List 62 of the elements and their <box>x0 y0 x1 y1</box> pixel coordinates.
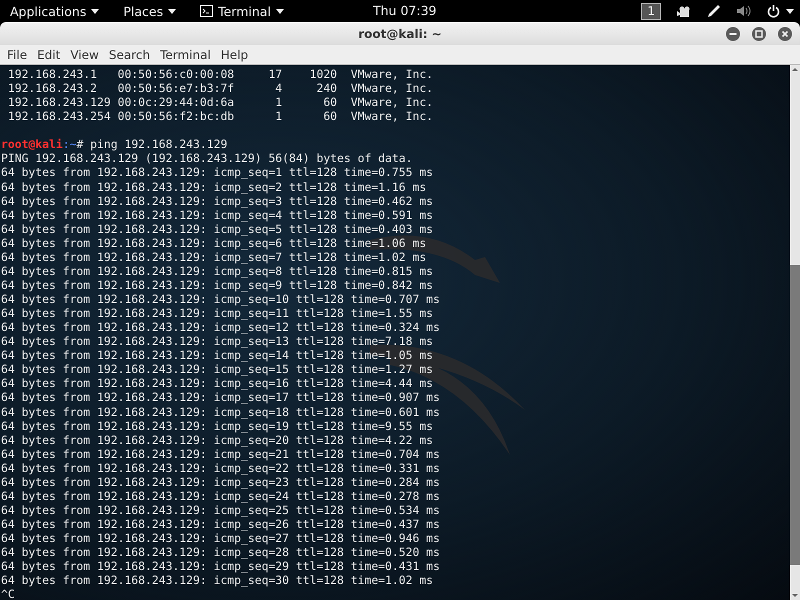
terminal-line: 64 bytes from 192.168.243.129: icmp_seq=7 ttl=128 time=1.02 ms <box>1 250 428 264</box>
terminal-line: 64 bytes from 192.168.243.129: icmp_seq=17 ttl=128 time=0.907 ms <box>1 390 441 404</box>
terminal-line: 64 bytes from 192.168.243.129: icmp_seq=1 ttl=128 time=0.755 ms <box>1 165 434 180</box>
menu-item[interactable]: Terminal <box>155 48 216 62</box>
caret-icon <box>91 8 100 14</box>
power-icon[interactable] <box>767 4 780 18</box>
terminal-line: 64 bytes from 192.168.243.129: icmp_seq=27 ttl=128 time=0.946 ms <box>1 531 441 546</box>
terminal-line: ^C <box>1 587 16 600</box>
terminal-line: 64 bytes from 192.168.243.129: icmp_seq=24 ttl=128 time=0.278 ms <box>1 488 441 503</box>
clock[interactable]: Thu 07:39 <box>373 3 436 18</box>
pencil-icon[interactable] <box>707 4 721 18</box>
menu-item[interactable]: View <box>65 48 104 62</box>
terminal-line: 64 bytes from 192.168.243.129: icmp_seq=11 ttl=128 time=1.55 ms <box>1 306 434 320</box>
maximize-button[interactable] <box>752 26 766 40</box>
terminal-line: 64 bytes from 192.168.243.129: icmp_seq=13 ttl=128 time=7.18 ms <box>1 334 434 348</box>
caret-icon <box>168 8 176 14</box>
caret-icon <box>786 8 794 14</box>
terminal-line: 192.168.243.2 00:50:56:e7:b3:7f 4 240 VMware, Inc. <box>6 81 434 96</box>
terminal-line: 64 bytes from 192.168.243.129: icmp_seq=18 ttl=128 time=0.601 ms <box>1 404 441 419</box>
top-bar-menu[interactable]: Terminal <box>200 4 284 18</box>
window-title: root@kali: ~ <box>358 26 442 40</box>
command-line: root@kali:~# ping 192.168.243.129 <box>1 137 228 152</box>
menu-item[interactable]: Help <box>216 48 254 62</box>
terminal-line: 192.168.243.1 00:50:56:c0:00:08 17 1020 VMware, Inc. <box>6 67 434 82</box>
close-button[interactable] <box>778 26 792 40</box>
workspace-indicator[interactable]: 1 <box>641 2 661 20</box>
terminal-line: 64 bytes from 192.168.243.129: icmp_seq=16 ttl=128 time=4.44 ms <box>1 376 434 390</box>
terminal-line: 64 bytes from 192.168.243.129: icmp_seq=14 ttl=128 time=1.05 ms <box>1 348 434 362</box>
terminal-line: 64 bytes from 192.168.243.129: icmp_seq=25 ttl=128 time=0.534 ms <box>1 502 441 517</box>
terminal-line: 64 bytes from 192.168.243.129: icmp_seq=4 ttl=128 time=0.591 ms <box>1 208 434 222</box>
camera-icon[interactable] <box>677 6 691 16</box>
terminal-line: 64 bytes from 192.168.243.129: icmp_seq=21 ttl=128 time=0.704 ms <box>1 446 441 461</box>
top-bar-menu[interactable]: Applications <box>10 4 100 18</box>
terminal-line: 64 bytes from 192.168.243.129: icmp_seq=12 ttl=128 time=0.324 ms <box>1 320 441 334</box>
terminal-line: 64 bytes from 192.168.243.129: icmp_seq=8 ttl=128 time=0.815 ms <box>1 264 434 278</box>
terminal-line: 64 bytes from 192.168.243.129: icmp_seq=26 ttl=128 time=0.437 ms <box>1 517 441 532</box>
terminal-line: 64 bytes from 192.168.243.129: icmp_seq=20 ttl=128 time=4.22 ms <box>1 432 434 447</box>
speaker-icon[interactable] <box>737 5 751 17</box>
terminal-line: 64 bytes from 192.168.243.129: icmp_seq=5 ttl=128 time=0.403 ms <box>1 222 434 236</box>
terminal-icon <box>200 5 214 17</box>
menu-item[interactable]: File <box>2 48 32 62</box>
scrollbar[interactable] <box>790 65 800 600</box>
caret-icon <box>276 8 284 14</box>
terminal-line: 64 bytes from 192.168.243.129: icmp_seq=30 ttl=128 time=1.02 ms <box>1 573 434 588</box>
terminal-line: 64 bytes from 192.168.243.129: icmp_seq=10 ttl=128 time=0.707 ms <box>1 292 441 306</box>
menu-item[interactable]: Edit <box>32 48 66 62</box>
terminal-line: PING 192.168.243.129 (192.168.243.129) 56(84) bytes of data. <box>1 151 414 166</box>
menu-item[interactable]: Search <box>104 48 156 62</box>
terminal-line: 192.168.243.254 00:50:56:f2:bc:db 1 60 VMware, Inc. <box>6 109 434 124</box>
minimize-button[interactable] <box>726 26 740 40</box>
terminal-line: 64 bytes from 192.168.243.129: icmp_seq=3 ttl=128 time=0.462 ms <box>1 194 434 208</box>
terminal-line: 64 bytes from 192.168.243.129: icmp_seq=2 ttl=128 time=1.16 ms <box>1 180 428 194</box>
terminal-line: 64 bytes from 192.168.243.129: icmp_seq=15 ttl=128 time=1.27 ms <box>1 362 434 376</box>
terminal-line: 64 bytes from 192.168.243.129: icmp_seq=6 ttl=128 time=1.06 ms <box>1 236 428 250</box>
terminal-line: 64 bytes from 192.168.243.129: icmp_seq=23 ttl=128 time=0.284 ms <box>1 474 441 489</box>
terminal-line: 64 bytes from 192.168.243.129: icmp_seq=19 ttl=128 time=9.55 ms <box>1 418 434 433</box>
terminal-line: 64 bytes from 192.168.243.129: icmp_seq=22 ttl=128 time=0.331 ms <box>1 460 441 475</box>
terminal-line: 192.168.243.129 00:0c:29:44:0d:6a 1 60 VMware, Inc. <box>6 95 434 110</box>
terminal-line: 64 bytes from 192.168.243.129: icmp_seq=9 ttl=128 time=0.842 ms <box>1 278 434 292</box>
top-bar-menu[interactable]: Places <box>123 4 176 18</box>
terminal-line: 64 bytes from 192.168.243.129: icmp_seq=29 ttl=128 time=0.431 ms <box>1 559 441 574</box>
terminal-line: 64 bytes from 192.168.243.129: icmp_seq=28 ttl=128 time=0.520 ms <box>1 545 441 560</box>
